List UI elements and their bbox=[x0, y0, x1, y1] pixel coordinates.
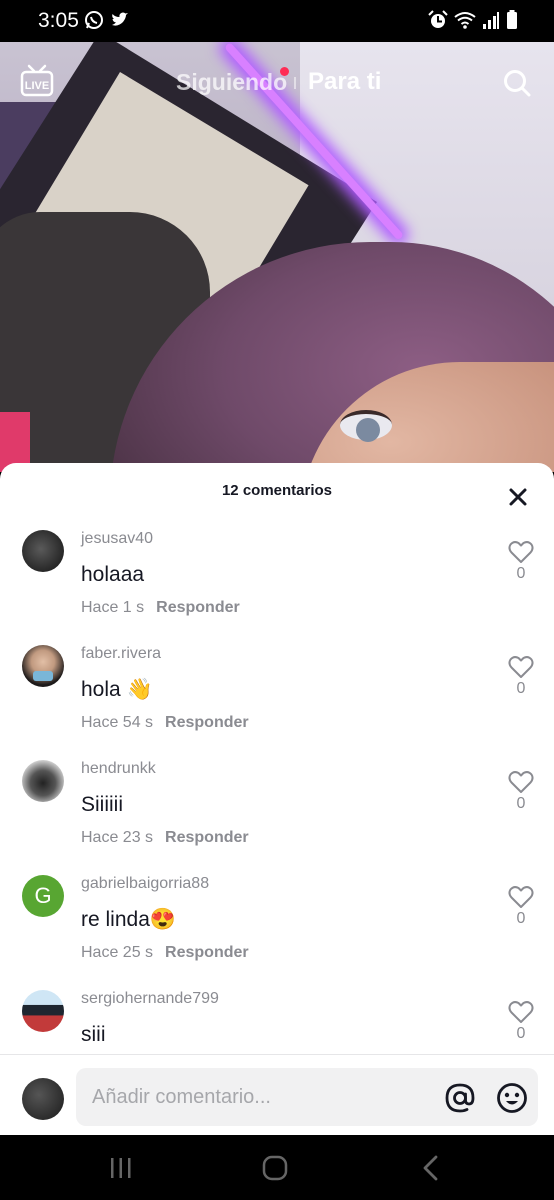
comment-username[interactable]: gabrielbaigorria88 bbox=[81, 875, 209, 893]
comment-time: Hace 25 s bbox=[81, 944, 154, 961]
comment-item: jesusav40 holaaa Hace 1 s Responder 0 bbox=[0, 530, 554, 645]
comments-sheet: 12 comentarios jesusav40 holaaa Hace 1 s… bbox=[0, 463, 554, 1135]
whatsapp-icon bbox=[85, 11, 103, 29]
back-icon[interactable] bbox=[420, 1155, 442, 1181]
comment-text: hola 👋 bbox=[81, 678, 153, 701]
comment-meta: Hace 25 s Responder bbox=[81, 944, 249, 962]
heart-icon[interactable] bbox=[508, 655, 534, 679]
status-left-icons bbox=[84, 10, 130, 30]
comment-username[interactable]: jesusav40 bbox=[81, 530, 153, 548]
comment-meta: Hace 23 s Responder bbox=[81, 829, 249, 847]
wifi-icon bbox=[454, 12, 476, 29]
comment-item: faber.rivera hola 👋 Hace 54 s Responder … bbox=[0, 645, 554, 760]
reply-button[interactable]: Responder bbox=[165, 829, 249, 847]
comment-item: hendrunkk Siiiiii Hace 23 s Responder 0 bbox=[0, 760, 554, 875]
close-icon[interactable] bbox=[508, 487, 528, 507]
tab-following[interactable]: Siguiendo bbox=[176, 69, 287, 96]
tab-separator bbox=[294, 77, 296, 89]
comment-username[interactable]: hendrunkk bbox=[81, 760, 156, 778]
comments-count-title: 12 comentarios bbox=[221, 482, 333, 499]
recent-apps-icon[interactable] bbox=[109, 1157, 133, 1179]
comment-text: re linda😍 bbox=[81, 908, 177, 931]
top-nav: LIVE Siguiendo Para ti bbox=[0, 42, 554, 122]
comment-text: Siiiiii bbox=[81, 793, 123, 816]
avatar[interactable] bbox=[22, 530, 64, 572]
reply-button[interactable]: Responder bbox=[156, 599, 240, 617]
live-label: LIVE bbox=[25, 80, 49, 92]
comment-username[interactable]: sergiohernande799 bbox=[81, 990, 219, 1008]
reply-button[interactable]: Responder bbox=[165, 714, 249, 732]
reply-button[interactable]: Responder bbox=[165, 944, 249, 962]
avatar[interactable] bbox=[22, 760, 64, 802]
search-icon[interactable] bbox=[502, 68, 532, 98]
avatar[interactable]: G bbox=[22, 875, 64, 917]
comment-username[interactable]: faber.rivera bbox=[81, 645, 161, 663]
video-iris bbox=[356, 418, 380, 442]
comment-time: Hace 54 s bbox=[81, 714, 154, 731]
comment-input-placeholder[interactable]: Añadir comentario... bbox=[92, 1086, 271, 1109]
home-icon[interactable] bbox=[262, 1155, 288, 1181]
like-count: 0 bbox=[516, 565, 526, 582]
avatar[interactable] bbox=[22, 1078, 64, 1120]
emoji-icon[interactable] bbox=[496, 1082, 528, 1114]
mention-icon[interactable] bbox=[444, 1082, 476, 1114]
like-count: 0 bbox=[516, 1025, 526, 1042]
twitter-icon bbox=[112, 12, 128, 26]
heart-icon[interactable] bbox=[508, 540, 534, 564]
battery-icon bbox=[507, 10, 517, 29]
comment-meta: Hace 1 s Responder bbox=[81, 599, 240, 617]
comment-item: G gabrielbaigorria88 re linda😍 Hace 25 s… bbox=[0, 875, 554, 990]
status-right-icons bbox=[428, 10, 518, 30]
comment-time: Hace 23 s bbox=[81, 829, 154, 846]
live-icon[interactable]: LIVE bbox=[20, 64, 54, 98]
signal-icon bbox=[483, 12, 499, 29]
heart-icon[interactable] bbox=[508, 885, 534, 909]
status-time: 3:05 bbox=[38, 9, 79, 32]
heart-icon[interactable] bbox=[508, 1000, 534, 1024]
comment-meta: Hace 54 s Responder bbox=[81, 714, 249, 732]
comment-text: holaaa bbox=[81, 563, 145, 586]
comment-input-bar: Añadir comentario... bbox=[0, 1054, 554, 1135]
status-bar: 3:05 bbox=[0, 0, 554, 42]
tab-for-you[interactable]: Para ti bbox=[308, 68, 381, 96]
like-count: 0 bbox=[516, 910, 526, 927]
comment-input[interactable]: Añadir comentario... bbox=[76, 1068, 538, 1126]
avatar[interactable] bbox=[22, 990, 64, 1032]
comment-time: Hace 1 s bbox=[81, 599, 145, 616]
heart-icon[interactable] bbox=[508, 770, 534, 794]
comment-text: siii bbox=[81, 1023, 106, 1046]
system-nav-bar bbox=[0, 1135, 554, 1200]
notification-dot bbox=[280, 67, 289, 76]
like-count: 0 bbox=[516, 680, 526, 697]
comment-item: sergiohernande799 siii 0 bbox=[0, 990, 554, 1054]
alarm-icon bbox=[428, 10, 448, 28]
like-count: 0 bbox=[516, 795, 526, 812]
avatar[interactable] bbox=[22, 645, 64, 687]
